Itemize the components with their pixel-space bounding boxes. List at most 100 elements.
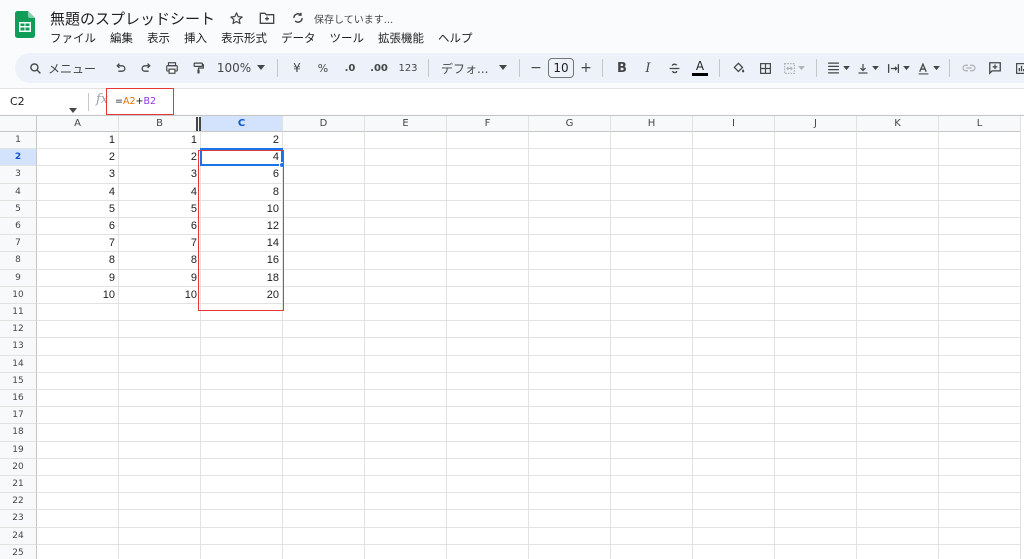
cell-c6[interactable]: 12 xyxy=(201,218,283,236)
cell-d5[interactable] xyxy=(283,200,365,218)
menu-extensions[interactable]: 拡張機能 xyxy=(378,30,430,46)
cell-b5[interactable]: 5 xyxy=(119,200,201,218)
cell-c18[interactable] xyxy=(201,424,283,442)
number-format-button[interactable]: 123 xyxy=(394,56,422,80)
cell-l14[interactable] xyxy=(939,355,1021,373)
cell-d15[interactable] xyxy=(283,372,365,390)
cell-c11[interactable] xyxy=(201,304,283,322)
cell-e14[interactable] xyxy=(365,355,447,373)
cell-a3[interactable]: 3 xyxy=(37,166,119,184)
cell-e16[interactable] xyxy=(365,390,447,408)
cell-d1[interactable] xyxy=(283,132,365,150)
cell-c12[interactable] xyxy=(201,321,283,339)
cell-c16[interactable] xyxy=(201,390,283,408)
cell-f1[interactable] xyxy=(447,132,529,150)
cell-g18[interactable] xyxy=(529,424,611,442)
cell-d18[interactable] xyxy=(283,424,365,442)
cell-k20[interactable] xyxy=(857,458,939,476)
cell-l7[interactable] xyxy=(939,235,1021,253)
cell-b15[interactable] xyxy=(119,372,201,390)
cell-c19[interactable] xyxy=(201,441,283,459)
cell-i2[interactable] xyxy=(693,149,775,167)
cell-j11[interactable] xyxy=(775,304,857,322)
zoom-select[interactable]: 100% xyxy=(211,56,271,80)
cell-d21[interactable] xyxy=(283,476,365,494)
cell-h12[interactable] xyxy=(611,321,693,339)
cell-b16[interactable] xyxy=(119,390,201,408)
cell-i3[interactable] xyxy=(693,166,775,184)
cell-a11[interactable] xyxy=(37,304,119,322)
cell-a6[interactable]: 6 xyxy=(37,218,119,236)
cell-a14[interactable] xyxy=(37,355,119,373)
cell-h10[interactable] xyxy=(611,286,693,304)
cell-l21[interactable] xyxy=(939,476,1021,494)
cell-f3[interactable] xyxy=(447,166,529,184)
row-header-9[interactable]: 9 xyxy=(0,269,37,287)
cell-l17[interactable] xyxy=(939,407,1021,425)
cell-l23[interactable] xyxy=(939,510,1021,528)
cell-e22[interactable] xyxy=(365,493,447,511)
cell-h13[interactable] xyxy=(611,338,693,356)
cell-a20[interactable] xyxy=(37,458,119,476)
cell-h11[interactable] xyxy=(611,304,693,322)
cell-j10[interactable] xyxy=(775,286,857,304)
cell-b25[interactable] xyxy=(119,544,201,559)
cell-j22[interactable] xyxy=(775,493,857,511)
cell-k13[interactable] xyxy=(857,338,939,356)
row-header-8[interactable]: 8 xyxy=(0,252,37,270)
cell-d20[interactable] xyxy=(283,458,365,476)
cell-e24[interactable] xyxy=(365,527,447,545)
row-header-4[interactable]: 4 xyxy=(0,183,37,201)
cell-i16[interactable] xyxy=(693,390,775,408)
cell-e8[interactable] xyxy=(365,252,447,270)
cell-d2[interactable] xyxy=(283,149,365,167)
menu-file[interactable]: ファイル xyxy=(50,30,102,46)
cell-d12[interactable] xyxy=(283,321,365,339)
cell-j6[interactable] xyxy=(775,218,857,236)
column-header-a[interactable]: A xyxy=(37,116,119,132)
cell-e6[interactable] xyxy=(365,218,447,236)
cell-g14[interactable] xyxy=(529,355,611,373)
cell-a5[interactable]: 5 xyxy=(37,200,119,218)
cell-e13[interactable] xyxy=(365,338,447,356)
cell-k16[interactable] xyxy=(857,390,939,408)
menu-insert[interactable]: 挿入 xyxy=(184,30,213,46)
name-box[interactable]: C2 xyxy=(10,95,25,108)
cell-d19[interactable] xyxy=(283,441,365,459)
cell-c20[interactable] xyxy=(201,458,283,476)
cell-d25[interactable] xyxy=(283,544,365,559)
cell-l24[interactable] xyxy=(939,527,1021,545)
cell-c15[interactable] xyxy=(201,372,283,390)
cell-j17[interactable] xyxy=(775,407,857,425)
cell-j15[interactable] xyxy=(775,372,857,390)
paint-format-icon[interactable] xyxy=(185,56,211,80)
column-header-k[interactable]: K xyxy=(857,116,939,132)
menu-help[interactable]: ヘルプ xyxy=(438,30,479,46)
increase-decimal-button[interactable]: .00 xyxy=(364,56,394,80)
cell-k14[interactable] xyxy=(857,355,939,373)
row-header-5[interactable]: 5 xyxy=(0,200,37,218)
cell-h5[interactable] xyxy=(611,200,693,218)
cell-c8[interactable]: 16 xyxy=(201,252,283,270)
cell-d7[interactable] xyxy=(283,235,365,253)
cell-b21[interactable] xyxy=(119,476,201,494)
cell-g23[interactable] xyxy=(529,510,611,528)
cell-i20[interactable] xyxy=(693,458,775,476)
cell-g22[interactable] xyxy=(529,493,611,511)
cell-k23[interactable] xyxy=(857,510,939,528)
cell-d9[interactable] xyxy=(283,269,365,287)
cell-k17[interactable] xyxy=(857,407,939,425)
row-header-12[interactable]: 12 xyxy=(0,321,37,339)
bold-button[interactable]: B xyxy=(609,56,635,80)
cell-f8[interactable] xyxy=(447,252,529,270)
column-header-j[interactable]: J xyxy=(775,116,857,132)
cell-e23[interactable] xyxy=(365,510,447,528)
cell-k11[interactable] xyxy=(857,304,939,322)
cell-h16[interactable] xyxy=(611,390,693,408)
cell-l3[interactable] xyxy=(939,166,1021,184)
cell-e25[interactable] xyxy=(365,544,447,559)
cell-f15[interactable] xyxy=(447,372,529,390)
cell-i12[interactable] xyxy=(693,321,775,339)
cell-l25[interactable] xyxy=(939,544,1021,559)
row-header-24[interactable]: 24 xyxy=(0,527,37,545)
